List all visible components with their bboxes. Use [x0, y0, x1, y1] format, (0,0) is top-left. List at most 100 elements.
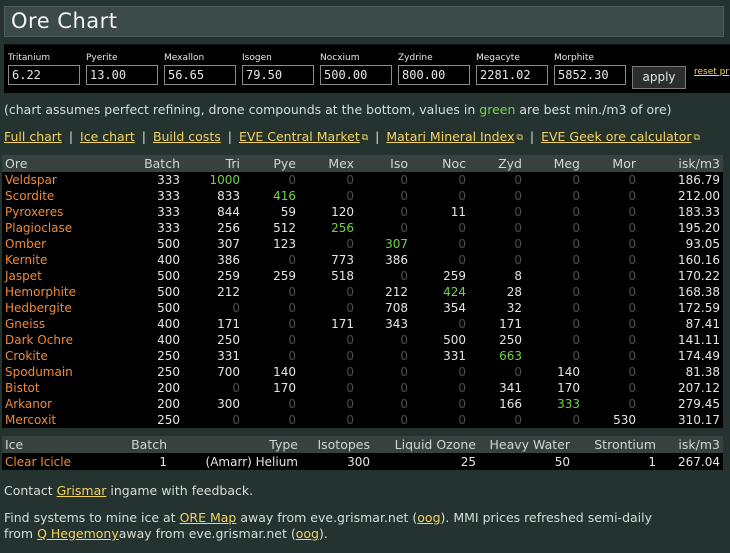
ore-table-body: Veldspar 333 1000 0 0 0 0 0 0 0 186.79 Scordite 333 8…	[2, 172, 723, 428]
ore-cell-noc: 424	[443, 285, 466, 299]
ore-cell-iso: 0	[400, 221, 408, 235]
ore-cell-isk-m3: 186.79	[678, 173, 720, 187]
ore-cell-zyd: 0	[514, 413, 522, 427]
nocxium-price-field: Nocxium 500.00	[320, 53, 392, 85]
ore-cell-noc: 500	[443, 333, 466, 347]
ore-name: Scordite	[5, 189, 55, 203]
ore-table: Ore Batch Tri Pye Mex Iso Noc Zyd Meg Mo…	[2, 155, 723, 428]
link-separator: |	[141, 129, 146, 144]
tritanium-price-field: Tritanium 6.22	[8, 53, 80, 85]
ore-cell-mex: 518	[331, 269, 354, 283]
zydrine-input[interactable]: 800.00	[398, 65, 470, 85]
ore-cell-pye: 416	[273, 189, 296, 203]
grismar-link[interactable]: Grismar	[57, 483, 107, 498]
isogen-input[interactable]: 79.50	[242, 65, 314, 85]
ore-cell-isk-m3: 93.05	[685, 237, 720, 251]
ore-cell-mor: 0	[628, 333, 636, 347]
oog-link-1[interactable]: oog	[417, 510, 440, 525]
footer-text-4: away from eve.grismar.net (	[118, 526, 296, 541]
full-chart-link[interactable]: Full chart	[4, 129, 62, 144]
ore-cell-tri: 212	[217, 285, 240, 299]
ore-map-link[interactable]: ORE Map	[180, 510, 237, 525]
contact-line: Contact Grismar ingame with feedback.	[4, 483, 253, 498]
ore-cell-meg: 140	[557, 365, 580, 379]
col-header-liquid-ozone: Liquid Ozone	[373, 436, 479, 453]
ore-cell-pye: 0	[288, 285, 296, 299]
col-header-isk-m3: isk/m3	[639, 155, 723, 172]
ore-cell-pye: 140	[273, 365, 296, 379]
ore-cell-meg: 0	[572, 205, 580, 219]
ore-cell-zyd: 0	[514, 253, 522, 267]
ore-cell-noc: 0	[458, 173, 466, 187]
reset-prices-link[interactable]: reset pr	[694, 67, 729, 77]
ore-cell-mex: 0	[346, 237, 354, 251]
col-header-pye: Pye	[243, 155, 299, 172]
ore-cell-mor: 0	[628, 349, 636, 363]
table-row: Mercoxit 250 0 0 0 0 0 0 0 530 310.17	[2, 412, 723, 428]
ore-cell-batch: 250	[157, 349, 180, 363]
ore-cell-zyd: 166	[499, 397, 522, 411]
nocxium-input[interactable]: 500.00	[320, 65, 392, 85]
ore-cell-mex: 0	[346, 333, 354, 347]
ore-cell-mor: 0	[628, 269, 636, 283]
apply-button[interactable]: apply	[632, 66, 686, 89]
ore-cell-zyd: 28	[506, 285, 522, 299]
megacyte-input[interactable]: 2281.02	[476, 65, 548, 85]
ore-cell-tri: 171	[217, 317, 240, 331]
ore-cell-mex: 0	[346, 189, 354, 203]
table-row: Spodumain 250 700 140 0 0 0 0 140 0 81.38	[2, 364, 723, 380]
ore-cell-mex: 0	[346, 301, 354, 315]
table-row: Omber 500 307 123 0 307 0 0 0 0 93.05	[2, 236, 723, 252]
ore-cell-meg: 333	[557, 397, 580, 411]
ore-cell-mor: 0	[628, 253, 636, 267]
ore-cell-batch: 500	[157, 285, 180, 299]
megacyte-price-field: Megacyte 2281.02	[476, 53, 548, 85]
morphite-input[interactable]: 5852.30	[554, 65, 626, 85]
q-hegemony-link[interactable]: Q Hegemony	[37, 526, 119, 541]
eve-central-market-link[interactable]: EVE Central Market	[239, 129, 360, 144]
ore-name: Kernite	[5, 253, 48, 267]
ore-name: Veldspar	[5, 173, 57, 187]
ice-chart-link[interactable]: Ice chart	[80, 129, 135, 144]
ore-cell-mex: 773	[331, 253, 354, 267]
footer-text: Find systems to mine ice at ORE Map away…	[4, 510, 664, 542]
col-header-mex: Mex	[299, 155, 357, 172]
ore-cell-tri: 0	[232, 381, 240, 395]
ore-cell-mor: 530	[613, 413, 636, 427]
ore-cell-meg: 0	[572, 413, 580, 427]
ore-cell-zyd: 0	[514, 205, 522, 219]
table-row: Crokite 250 331 0 0 0 331 663 0 0 174.49	[2, 348, 723, 364]
ore-cell-isk-m3: 279.45	[678, 397, 720, 411]
ore-cell-noc: 354	[443, 301, 466, 315]
ice-table: Ice Batch Type Isotopes Liquid Ozone Hea…	[2, 436, 723, 470]
ore-cell-tri: 250	[217, 333, 240, 347]
morphite-price-field: Morphite 5852.30	[554, 53, 626, 85]
matari-mineral-index-link[interactable]: Matari Mineral Index	[386, 129, 514, 144]
ore-cell-noc: 0	[458, 365, 466, 379]
ore-cell-zyd: 663	[499, 349, 522, 363]
mexallon-label: Mexallon	[164, 53, 205, 63]
pyerite-input[interactable]: 13.00	[86, 65, 158, 85]
ore-cell-zyd: 171	[499, 317, 522, 331]
col-header-ice-batch: Batch	[90, 436, 170, 453]
ore-cell-meg: 0	[572, 269, 580, 283]
ore-cell-zyd: 0	[514, 365, 522, 379]
isogen-price-field: Isogen 79.50	[242, 53, 314, 85]
tritanium-input[interactable]: 6.22	[8, 65, 80, 85]
ore-name: Jaspet	[5, 269, 42, 283]
external-link-icon: ⧉	[361, 133, 369, 143]
title-bar: Ore Chart	[4, 6, 724, 37]
col-header-strontium: Strontium	[573, 436, 659, 453]
eve-geek-ore-calculator-link[interactable]: EVE Geek ore calculator	[541, 129, 691, 144]
contact-text-end: ingame with feedback.	[106, 483, 254, 498]
table-row: Veldspar 333 1000 0 0 0 0 0 0 0 186.79	[2, 172, 723, 188]
ore-cell-pye: 170	[273, 381, 296, 395]
mexallon-input[interactable]: 56.65	[164, 65, 236, 85]
ice-isotopes: 300	[301, 453, 373, 470]
oog-link-2[interactable]: oog	[296, 526, 319, 541]
ore-cell-zyd: 341	[499, 381, 522, 395]
ore-cell-isk-m3: 207.12	[678, 381, 720, 395]
link-separator: |	[227, 129, 232, 144]
build-costs-link[interactable]: Build costs	[153, 129, 221, 144]
ore-cell-pye: 259	[273, 269, 296, 283]
